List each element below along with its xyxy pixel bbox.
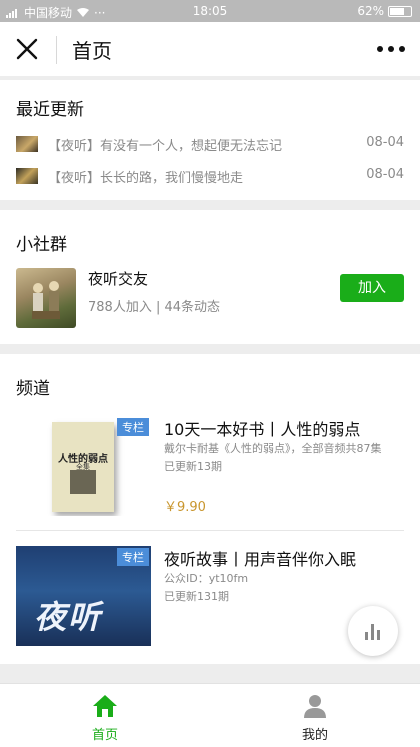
channel-update-count: 已更新131期 [164, 590, 229, 603]
battery-icon [388, 5, 412, 17]
nav-bar: 首页 [0, 22, 420, 76]
update-date: 08-04 [366, 135, 404, 150]
channel-card[interactable]: 人性的弱点 全集 专栏 10天一本好书丨人性的弱点 戴尔卡耐基《人性的弱点》，全… [16, 416, 404, 520]
tab-label-mine: 我的 [301, 728, 328, 743]
channel-update-count: 已更新13期 [164, 460, 222, 473]
channel-divider [16, 530, 404, 531]
home-icon [93, 695, 117, 717]
page-title: 首页 [72, 39, 112, 63]
channel-description: 戴尔卡耐基《人性的弱点》，全部音频共87集 [164, 442, 382, 455]
status-bar: 中国移动 ··· 18:05 62% [0, 0, 420, 22]
channel-card[interactable]: 夜听 专栏 夜听故事丨用声音伴你入眠 公众ID：yt10fm 已更新131期 [16, 546, 404, 646]
update-thumbnail [16, 136, 38, 152]
channel-cover: 夜听 专栏 [16, 546, 151, 646]
more-dot-icon [388, 46, 394, 52]
section-title-channels: 频道 [16, 379, 50, 399]
channel-title: 10天一本好书丨人性的弱点 [164, 420, 361, 439]
column-badge: 专栏 [117, 418, 149, 436]
update-item[interactable]: 【夜听】长长的路，我们慢慢地走 08-04 [16, 166, 404, 188]
tab-bar: 首页 我的 [0, 683, 420, 747]
group-photo-icon [32, 281, 60, 319]
channel-price: ￥9.90 [164, 500, 206, 515]
close-icon[interactable] [14, 36, 40, 62]
nav-divider [56, 36, 57, 64]
section-title-recent: 最近更新 [16, 100, 84, 120]
column-badge: 专栏 [117, 548, 149, 566]
update-title: 【夜听】长长的路，我们慢慢地走 [48, 171, 244, 186]
tab-home[interactable]: 首页 [0, 684, 210, 747]
more-dot-icon [377, 46, 383, 52]
channel-account-id: 公众ID：yt10fm [164, 572, 249, 585]
tab-mine[interactable]: 我的 [210, 684, 420, 747]
cover-calligraphy: 夜听 [34, 598, 103, 636]
more-options-button[interactable] [376, 41, 406, 57]
user-icon [304, 695, 326, 718]
tab-label-home: 首页 [91, 728, 118, 743]
channel-cover: 人性的弱点 全集 专栏 [16, 416, 151, 516]
update-date: 08-04 [366, 167, 404, 182]
update-title: 【夜听】有没有一个人，想起便无法忘记 [48, 139, 283, 154]
book-cover-image: 人性的弱点 全集 [52, 422, 114, 512]
group-stats: 788人加入 | 44条动态 [88, 300, 220, 315]
recent-updates-section: 最近更新 【夜听】有没有一个人，想起便无法忘记 08-04 【夜听】长长的路，我… [0, 80, 420, 200]
group-avatar[interactable] [16, 268, 76, 328]
update-item[interactable]: 【夜听】有没有一个人，想起便无法忘记 08-04 [16, 134, 404, 156]
battery-percent: 62% [357, 4, 384, 18]
section-title-group: 小社群 [16, 235, 67, 255]
more-dot-icon [399, 46, 405, 52]
audio-bars-icon [365, 624, 380, 640]
book-portrait [70, 470, 96, 494]
channel-title: 夜听故事丨用声音伴你入眠 [164, 550, 357, 569]
group-name[interactable]: 夜听交友 [88, 268, 148, 289]
audio-player-button[interactable] [348, 606, 398, 656]
join-button[interactable]: 加入 [340, 274, 404, 302]
community-section: 小社群 夜听交友 788人加入 | 44条动态 加入 [0, 210, 420, 344]
update-thumbnail [16, 168, 38, 184]
